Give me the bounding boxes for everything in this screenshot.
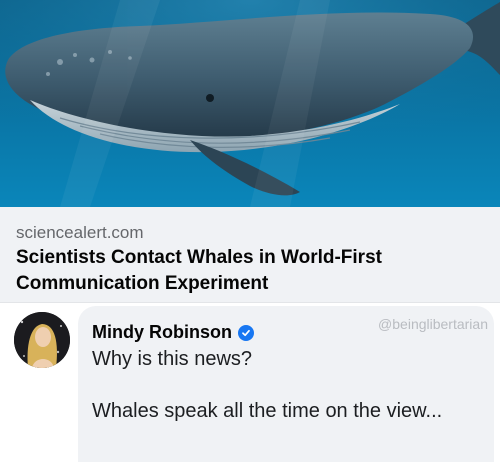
comment-bubble: Mindy Robinson @beinglibertarian Why is …	[78, 306, 494, 462]
link-domain: sciencealert.com	[16, 223, 144, 242]
comment-text: Why is this news? Whales speak all the t…	[92, 348, 443, 422]
whale-photo	[0, 0, 500, 207]
link-preview-card[interactable]: sciencealert.com Scientists Contact Whal…	[0, 207, 500, 303]
link-preview-image[interactable]	[0, 0, 500, 207]
comment-author-name[interactable]: Mindy Robinson	[92, 322, 232, 343]
watermark: @beinglibertarian	[378, 316, 488, 332]
link-headline[interactable]: Scientists Contact Whales in World-First…	[16, 245, 486, 297]
avatar[interactable]	[14, 312, 70, 368]
profile-photo	[14, 312, 70, 368]
comment-author-row: Mindy Robinson	[92, 322, 254, 343]
verified-badge-icon	[237, 324, 254, 341]
